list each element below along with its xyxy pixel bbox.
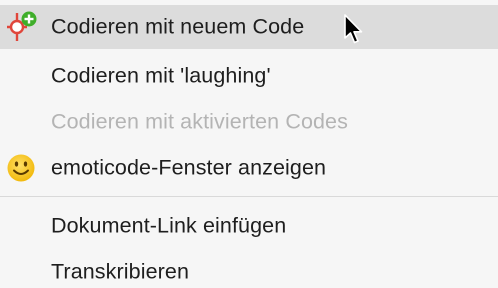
menu-item-insert-document-link[interactable]: Dokument-Link einfügen <box>0 204 498 248</box>
menu-item-label: Codieren mit aktivierten Codes <box>51 109 348 134</box>
menu-item-show-emoticode-window[interactable]: emoticode-Fenster anzeigen <box>0 146 498 190</box>
menu-separator <box>0 196 498 197</box>
new-code-icon <box>4 10 38 44</box>
menu-item-code-with-activated-codes: Codieren mit aktivierten Codes <box>0 100 498 144</box>
menu-item-label: Dokument-Link einfügen <box>51 213 287 238</box>
menu-item-label: Codieren mit 'laughing' <box>51 63 271 88</box>
menu-item-label: Transkribieren <box>51 259 190 284</box>
menu-item-label: emoticode-Fenster anzeigen <box>51 155 327 180</box>
menu-item-code-with-new-code[interactable]: Codieren mit neuem Code <box>0 5 498 49</box>
menu-item-label: Codieren mit neuem Code <box>51 14 305 39</box>
menu-item-code-with-laughing[interactable]: Codieren mit 'laughing' <box>0 54 498 98</box>
context-menu: Codieren mit neuem Code Codieren mit 'la… <box>0 0 498 288</box>
smiley-icon <box>4 151 38 185</box>
menu-item-transcribe[interactable]: Transkribieren <box>0 250 498 288</box>
